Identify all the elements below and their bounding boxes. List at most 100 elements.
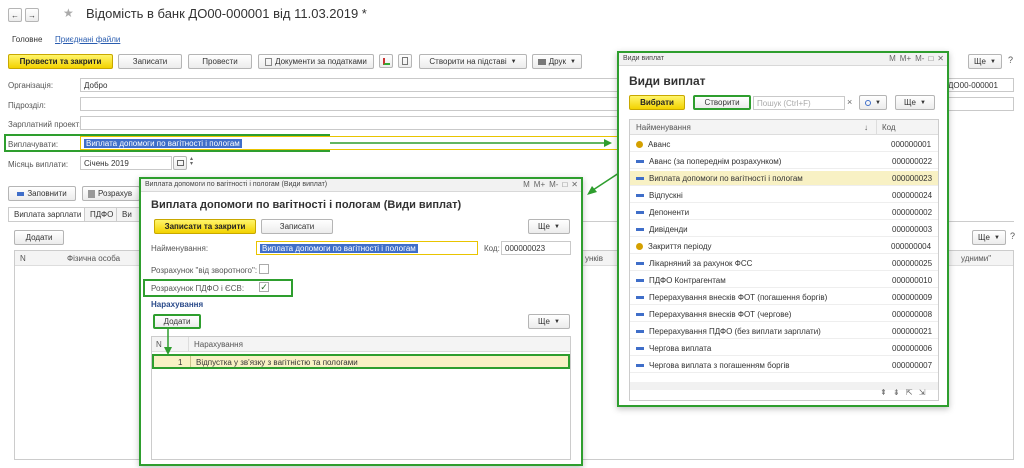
memory-icon[interactable]: M [889, 54, 896, 63]
item-icon [636, 312, 644, 316]
window-heading: Виплата допомоги по вагітності і пологам… [151, 199, 462, 211]
list-item-name: Відпускні [649, 190, 683, 200]
list-item-name: Чергова виплата з погашенням боргів [649, 360, 790, 370]
list-item-name: ПДФО Контрагентам [649, 275, 726, 285]
list-item[interactable]: Чергова виплата з погашенням боргів 00000… [630, 358, 938, 373]
list-item[interactable]: Лікарняний за рахунок ФСС 000000025 [630, 256, 938, 271]
list-item[interactable]: Дивіденди 000000003 [630, 222, 938, 237]
table-row[interactable]: 1 Відпустка у зв'язку з вагітністю та по… [152, 354, 570, 369]
item-icon [636, 295, 644, 299]
list-item-code: 000000010 [892, 275, 933, 285]
code-field[interactable]: 000000023 [501, 241, 571, 255]
list-item-code: 000000025 [892, 258, 933, 268]
payment-types-grid: Найменування ↓ Код Аванс 000000001 Аванс (… [629, 119, 939, 401]
list-item[interactable]: Перерахування внесків ФОТ (погашення бор… [630, 290, 938, 305]
add-arrow [164, 329, 172, 355]
pdfo-esv-label: Розрахунок ПДФО і ЄСВ: [151, 284, 245, 293]
list-item[interactable]: Виплата допомоги по вагітності і пологам… [630, 171, 938, 186]
col-code-header[interactable]: Код [882, 123, 896, 132]
list-item-name: Аванс [648, 139, 671, 149]
close-icon[interactable]: ✕ [571, 180, 578, 189]
list-item[interactable]: Перерахування ПДФО (без виплати зарплати… [630, 324, 938, 339]
pdfo-esv-checkbox[interactable]: ✓ [259, 282, 269, 292]
more-button[interactable]: Ще ▼ [895, 95, 935, 110]
memory-icon[interactable]: M [523, 180, 530, 189]
list-item-code: 000000007 [892, 360, 933, 370]
search-input[interactable]: Пошук (Ctrl+F) [753, 96, 845, 110]
more-accruals-button[interactable]: Ще ▼ [528, 314, 570, 329]
col-name-header[interactable]: Найменування [636, 123, 691, 132]
item-icon [636, 363, 644, 367]
select-button[interactable]: Вибрати [629, 95, 685, 110]
reverse-calc-checkbox[interactable] [259, 264, 269, 274]
list-item[interactable]: Чергова виплата 000000006 [630, 341, 938, 356]
list-item[interactable]: Закриття періоду 000000004 [630, 239, 938, 254]
more-button[interactable]: Ще ▼ [528, 219, 570, 234]
list-item[interactable]: Депоненти 000000002 [630, 205, 938, 220]
chevron-down-icon: ▼ [920, 99, 926, 106]
memory-plus-icon[interactable]: M+ [900, 54, 911, 63]
list-item-code: 000000002 [892, 207, 933, 217]
name-field[interactable]: Виплата допомоги по вагітності і пологам [256, 241, 478, 255]
col-divider [876, 120, 877, 135]
list-item-name: Депоненти [649, 207, 690, 217]
list-item-code: 000000009 [892, 292, 933, 302]
item-icon [636, 278, 644, 282]
list-item-code: 000000023 [892, 173, 933, 183]
list-item-name: Виплата допомоги по вагітності і пологам [649, 173, 803, 183]
list-item[interactable]: Аванс 000000001 [630, 137, 938, 152]
list-item-name: Лікарняний за рахунок ФСС [649, 258, 753, 268]
list-item-code: 000000022 [892, 156, 933, 166]
maximize-icon[interactable]: □ [562, 180, 567, 189]
payment-types-window: Види виплат M M+ M- □ ✕ Види виплат Вибр… [617, 51, 949, 407]
search-icon [865, 99, 872, 106]
list-item[interactable]: Аванс (за попереднім розрахунком) 0000000… [630, 154, 938, 169]
add-accrual-button[interactable]: Додати [153, 314, 201, 329]
list-item-code: 000000008 [892, 309, 933, 319]
item-icon [636, 346, 644, 350]
list-item-name: Перерахування внесків ФОТ (чергове) [649, 309, 792, 319]
memory-minus-icon[interactable]: M- [915, 54, 924, 63]
add-arrow-head [164, 347, 172, 355]
list-item-code: 000000003 [892, 224, 933, 234]
list-item[interactable]: Перерахування внесків ФОТ (чергове) 00000… [630, 307, 938, 322]
list-item[interactable]: Відпускні 000000024 [630, 188, 938, 203]
maternity-form-window: Виплата допомоги по вагітності і пологам… [139, 177, 583, 466]
accruals-table: N Нарахування 1 Відпустка у зв'язку з ва… [151, 336, 571, 460]
list-item-name: Дивіденди [649, 224, 688, 234]
arrow-head-to-list [604, 139, 612, 147]
row-number: 1 [178, 358, 183, 367]
save-button[interactable]: Записати [261, 219, 333, 234]
accruals-section-title: Нарахування [151, 300, 204, 309]
list-item-name: Закриття періоду [648, 241, 712, 251]
sort-down-icon: ↓ [864, 123, 868, 132]
close-icon[interactable]: ✕ [937, 54, 944, 63]
clear-icon[interactable]: × [847, 97, 852, 107]
row-accrual: Відпустка у зв'язку з вагітністю та поло… [196, 358, 358, 367]
col-divider [190, 356, 191, 367]
accruals-header: N Нарахування [152, 337, 570, 352]
window-titlebar: Виплата допомоги по вагітності і пологам… [141, 179, 581, 192]
item-icon [636, 210, 644, 214]
save-close-button[interactable]: Записати та закрити [154, 219, 256, 234]
grid-header: Найменування ↓ Код [630, 120, 938, 135]
list-item-name: Аванс (за попереднім розрахунком) [649, 156, 782, 166]
search-button[interactable]: ▼ [859, 95, 887, 110]
col-divider [188, 337, 189, 352]
item-icon [636, 329, 644, 333]
maximize-icon[interactable]: □ [928, 54, 933, 63]
item-icon [636, 261, 644, 265]
reverse-calc-label: Розрахунок "від зворотного": [151, 266, 258, 275]
list-item[interactable]: ПДФО Контрагентам 000000010 [630, 273, 938, 288]
window-heading: Види виплат [629, 74, 706, 88]
memory-minus-icon[interactable]: M- [549, 180, 558, 189]
create-button[interactable]: Створити [693, 95, 751, 110]
chevron-down-icon: ▼ [554, 318, 560, 325]
chevron-down-icon: ▼ [554, 223, 560, 230]
memory-plus-icon[interactable]: M+ [534, 180, 545, 189]
page-nav-icons[interactable]: ⇞ ⇟ ⇱ ⇲ [880, 388, 927, 397]
list-item-code: 000000021 [892, 326, 933, 336]
item-icon [636, 193, 644, 197]
item-icon [636, 227, 644, 231]
window-titlebar: Види виплат M M+ M- □ ✕ [619, 53, 947, 66]
